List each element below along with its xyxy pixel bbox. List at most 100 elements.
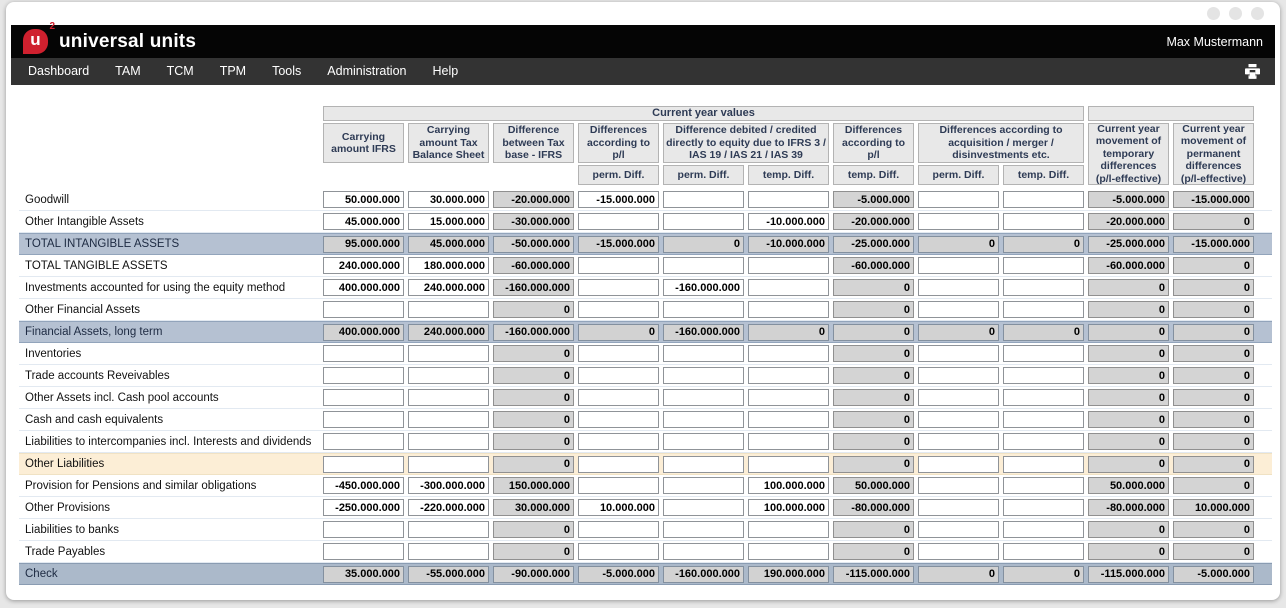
cell-input[interactable] xyxy=(918,543,999,560)
cell-input[interactable] xyxy=(663,279,744,296)
cell-input[interactable] xyxy=(1003,521,1084,538)
cell-input[interactable] xyxy=(748,367,829,384)
cell-input[interactable] xyxy=(323,521,404,538)
cell-input[interactable] xyxy=(663,213,744,230)
cell-input[interactable] xyxy=(323,191,404,208)
cell-input[interactable] xyxy=(918,279,999,296)
cell-input[interactable] xyxy=(918,477,999,494)
nav-item-tam[interactable]: TAM xyxy=(102,58,153,85)
cell-input[interactable] xyxy=(748,477,829,494)
cell-input[interactable] xyxy=(408,191,489,208)
cell-input[interactable] xyxy=(1003,411,1084,428)
cell-input[interactable] xyxy=(663,191,744,208)
cell-input[interactable] xyxy=(408,257,489,274)
cell-input[interactable] xyxy=(323,433,404,450)
cell-input[interactable] xyxy=(408,543,489,560)
cell-input[interactable] xyxy=(578,389,659,406)
cell-input[interactable] xyxy=(1003,389,1084,406)
nav-item-tcm[interactable]: TCM xyxy=(154,58,207,85)
cell-input[interactable] xyxy=(748,521,829,538)
cell-input[interactable] xyxy=(663,411,744,428)
cell-input[interactable] xyxy=(323,279,404,296)
nav-item-administration[interactable]: Administration xyxy=(314,58,419,85)
cell-input[interactable] xyxy=(408,456,489,473)
cell-input[interactable] xyxy=(578,213,659,230)
cell-input[interactable] xyxy=(663,456,744,473)
cell-input[interactable] xyxy=(748,279,829,296)
cell-input[interactable] xyxy=(578,257,659,274)
cell-input[interactable] xyxy=(918,345,999,362)
cell-input[interactable] xyxy=(918,499,999,516)
cell-input[interactable] xyxy=(918,456,999,473)
cell-input[interactable] xyxy=(918,257,999,274)
cell-input[interactable] xyxy=(663,257,744,274)
cell-input[interactable] xyxy=(323,389,404,406)
cell-input[interactable] xyxy=(323,301,404,318)
cell-input[interactable] xyxy=(578,477,659,494)
cell-input[interactable] xyxy=(1003,499,1084,516)
cell-input[interactable] xyxy=(323,499,404,516)
cell-input[interactable] xyxy=(578,543,659,560)
cell-input[interactable] xyxy=(323,345,404,362)
cell-input[interactable] xyxy=(578,499,659,516)
cell-input[interactable] xyxy=(663,433,744,450)
cell-input[interactable] xyxy=(663,477,744,494)
cell-input[interactable] xyxy=(663,345,744,362)
cell-input[interactable] xyxy=(1003,543,1084,560)
cell-input[interactable] xyxy=(578,191,659,208)
cell-input[interactable] xyxy=(1003,367,1084,384)
cell-input[interactable] xyxy=(748,499,829,516)
cell-input[interactable] xyxy=(748,301,829,318)
cell-input[interactable] xyxy=(408,301,489,318)
cell-input[interactable] xyxy=(1003,301,1084,318)
cell-input[interactable] xyxy=(1003,257,1084,274)
cell-input[interactable] xyxy=(323,411,404,428)
cell-input[interactable] xyxy=(663,521,744,538)
cell-input[interactable] xyxy=(748,257,829,274)
cell-input[interactable] xyxy=(748,411,829,428)
cell-input[interactable] xyxy=(578,411,659,428)
cell-input[interactable] xyxy=(578,521,659,538)
cell-input[interactable] xyxy=(408,367,489,384)
nav-item-tpm[interactable]: TPM xyxy=(207,58,259,85)
cell-input[interactable] xyxy=(748,543,829,560)
cell-input[interactable] xyxy=(408,477,489,494)
cell-input[interactable] xyxy=(408,411,489,428)
cell-input[interactable] xyxy=(408,499,489,516)
cell-input[interactable] xyxy=(408,389,489,406)
cell-input[interactable] xyxy=(748,213,829,230)
cell-input[interactable] xyxy=(578,456,659,473)
cell-input[interactable] xyxy=(323,257,404,274)
cell-input[interactable] xyxy=(1003,477,1084,494)
cell-input[interactable] xyxy=(323,477,404,494)
nav-item-tools[interactable]: Tools xyxy=(259,58,314,85)
cell-input[interactable] xyxy=(578,433,659,450)
cell-input[interactable] xyxy=(748,191,829,208)
cell-input[interactable] xyxy=(323,213,404,230)
cell-input[interactable] xyxy=(578,345,659,362)
cell-input[interactable] xyxy=(1003,456,1084,473)
cell-input[interactable] xyxy=(1003,345,1084,362)
nav-item-help[interactable]: Help xyxy=(419,58,471,85)
nav-item-dashboard[interactable]: Dashboard xyxy=(15,58,102,85)
cell-input[interactable] xyxy=(1003,213,1084,230)
cell-input[interactable] xyxy=(323,367,404,384)
cell-input[interactable] xyxy=(918,191,999,208)
cell-input[interactable] xyxy=(918,389,999,406)
cell-input[interactable] xyxy=(1003,433,1084,450)
cell-input[interactable] xyxy=(578,279,659,296)
cell-input[interactable] xyxy=(663,301,744,318)
cell-input[interactable] xyxy=(578,301,659,318)
cell-input[interactable] xyxy=(323,543,404,560)
cell-input[interactable] xyxy=(748,389,829,406)
cell-input[interactable] xyxy=(323,456,404,473)
cell-input[interactable] xyxy=(663,367,744,384)
cell-input[interactable] xyxy=(918,213,999,230)
cell-input[interactable] xyxy=(918,301,999,318)
cell-input[interactable] xyxy=(663,543,744,560)
cell-input[interactable] xyxy=(1003,191,1084,208)
cell-input[interactable] xyxy=(408,213,489,230)
cell-input[interactable] xyxy=(918,433,999,450)
cell-input[interactable] xyxy=(918,521,999,538)
cell-input[interactable] xyxy=(1003,279,1084,296)
